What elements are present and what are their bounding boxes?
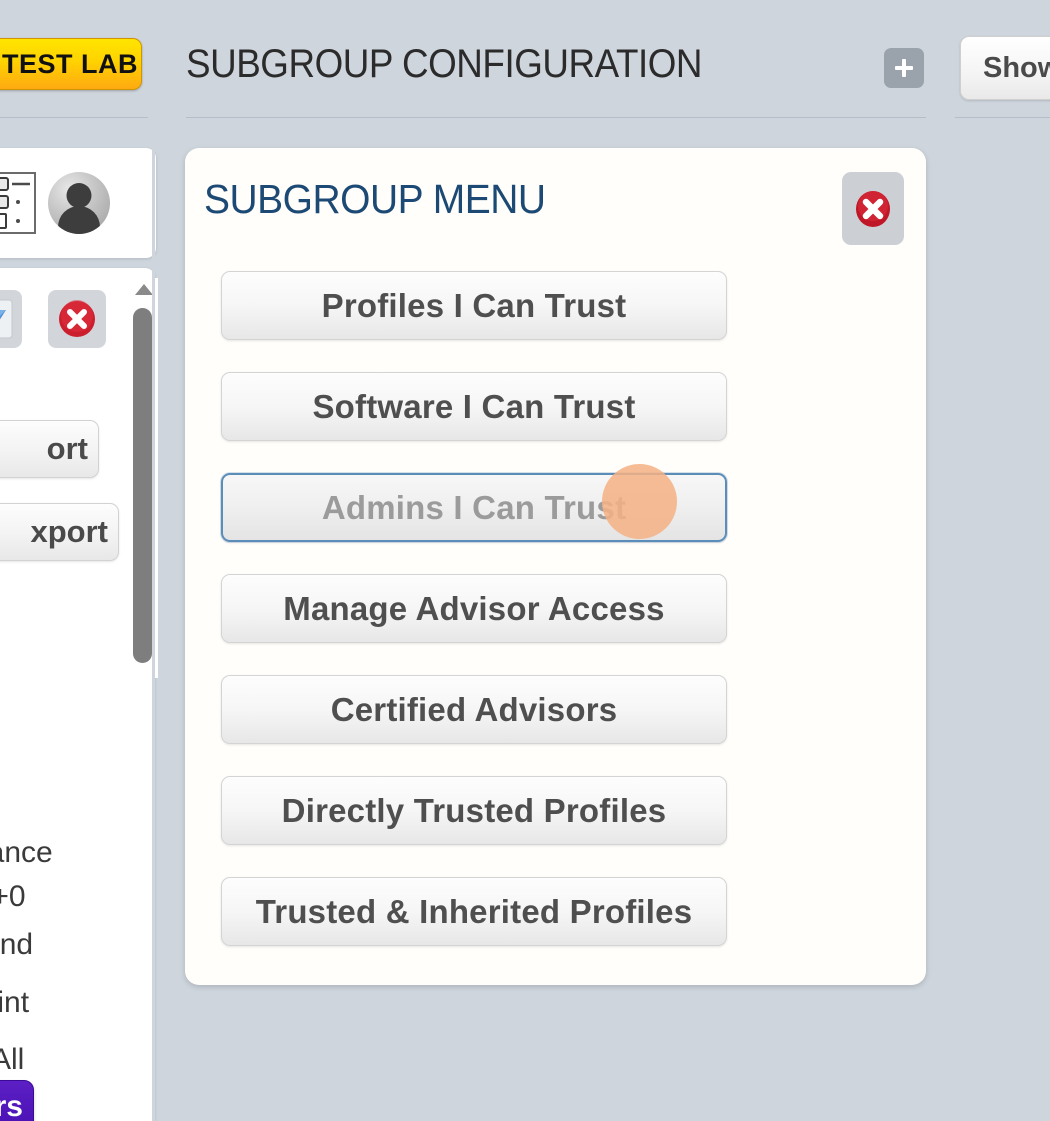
hierarchy-tree-icon[interactable] [0, 172, 36, 234]
modal-title: SUBGROUP MENU [204, 176, 546, 222]
export-button-label: xport [30, 514, 109, 549]
trusted-and-inherited-profiles-button[interactable]: Trusted & Inherited Profiles [221, 877, 727, 946]
add-subgroup-button[interactable] [884, 48, 924, 88]
badge-divider-rule [0, 117, 148, 118]
avatar-body [58, 206, 100, 234]
radio-all-label: All [0, 1043, 25, 1076]
sidebar-text-found: Found [0, 928, 34, 961]
import-button[interactable]: ort [0, 420, 99, 478]
red-x-close-icon [856, 190, 890, 227]
trusted-and-inherited-profiles-label: Trusted & Inherited Profiles [255, 892, 693, 930]
test-lab-badge-label: TEST LAB [2, 48, 138, 79]
directly-trusted-profiles-button[interactable]: Directly Trusted Profiles [221, 776, 727, 845]
radio-t-plus-zero-label: T+0 [0, 880, 26, 913]
profiles-i-can-trust-label: Profiles I Can Trust [321, 286, 627, 324]
scrollbar-thumb[interactable] [133, 308, 152, 663]
software-i-can-trust-label: Software I Can Trust [312, 387, 636, 425]
show-button-label: Show [983, 51, 1050, 84]
subgroup-menu-list: Profiles I Can Trust Software I Can Trus… [221, 271, 727, 978]
radio-t-plus-zero[interactable]: T+0 [0, 880, 26, 914]
sidebar-close-button[interactable] [48, 290, 106, 348]
admins-i-can-trust-label: Admins I Can Trust [321, 488, 627, 526]
blue-check-icon[interactable] [0, 290, 22, 348]
red-x-close-icon [59, 300, 95, 337]
sidebar-divider [152, 140, 155, 1121]
manage-advisor-access-label: Manage Advisor Access [283, 589, 665, 627]
directly-trusted-profiles-label: Directly Trusted Profiles [281, 791, 667, 829]
test-lab-badge: TEST LAB [0, 38, 142, 90]
sidebar-text-curance: curance [0, 836, 53, 869]
certified-advisors-label: Certified Advisors [330, 690, 618, 728]
filters-button-label: ilters [0, 1090, 23, 1121]
sidebar-text-erprint: erprint [0, 986, 30, 1019]
app-root: TEST LAB SUBGROUP CONFIGURATION Show [0, 0, 1050, 1121]
modal-close-button[interactable] [842, 172, 904, 245]
radio-all[interactable]: All [0, 1043, 24, 1077]
filters-button[interactable]: ilters [0, 1080, 34, 1121]
title-divider-rule [186, 117, 926, 118]
user-avatar-icon[interactable] [48, 172, 110, 234]
scroll-up-arrow-icon[interactable] [135, 284, 153, 295]
page-title: SUBGROUP CONFIGURATION [186, 42, 703, 86]
show-button[interactable]: Show [960, 36, 1050, 100]
profiles-i-can-trust-button[interactable]: Profiles I Can Trust [221, 271, 727, 340]
software-i-can-trust-button[interactable]: Software I Can Trust [221, 372, 727, 441]
import-button-label: ort [46, 431, 88, 466]
plus-icon [892, 56, 916, 80]
page-header: TEST LAB SUBGROUP CONFIGURATION Show [0, 0, 1050, 122]
subgroup-menu-modal: SUBGROUP MENU Profiles I Can Trust Softw… [185, 148, 926, 985]
avatar-head [66, 183, 92, 208]
show-divider-rule [955, 117, 1050, 118]
sidebar-tool-card [0, 148, 156, 258]
manage-advisor-access-button[interactable]: Manage Advisor Access [221, 574, 727, 643]
certified-advisors-button[interactable]: Certified Advisors [221, 675, 727, 744]
export-button[interactable]: xport [0, 503, 119, 561]
admins-i-can-trust-button[interactable]: Admins I Can Trust [221, 473, 727, 542]
